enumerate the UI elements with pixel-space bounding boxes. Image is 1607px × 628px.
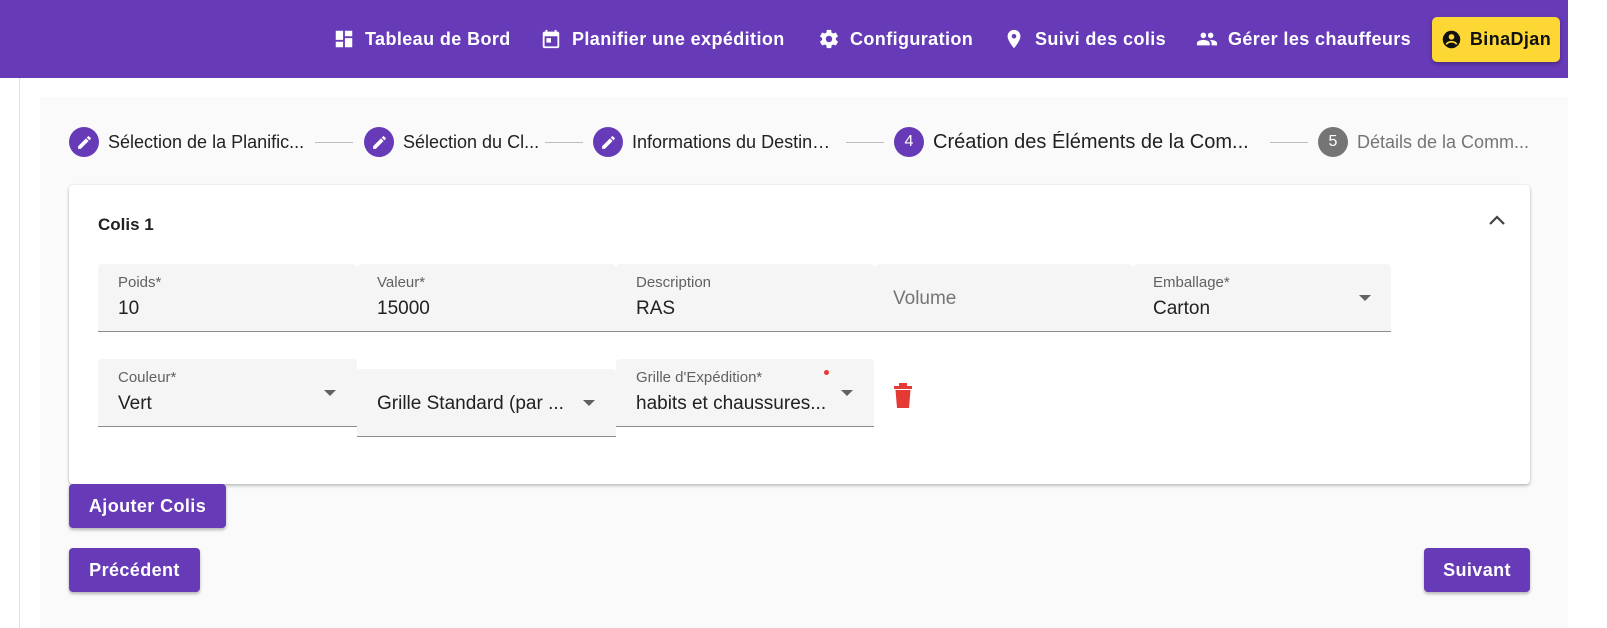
couleur-label: Couleur* (118, 369, 177, 386)
emballage-select[interactable]: Emballage* Carton (1133, 264, 1391, 332)
nav-label: Gérer les chauffeurs (1228, 28, 1412, 49)
description-value: RAS (636, 298, 676, 319)
scrollbar-area[interactable] (1568, 0, 1607, 628)
step-label: Informations du Destina... (632, 131, 837, 152)
poids-field[interactable]: Poids* 10 (98, 264, 357, 332)
previous-button[interactable]: Précédent (69, 548, 200, 592)
calendar-icon (542, 29, 560, 49)
poids-value: 10 (118, 298, 140, 319)
step-connector (1270, 142, 1308, 143)
add-colis-button[interactable]: Ajouter Colis (69, 484, 226, 528)
user-name: BinaDjan (1469, 29, 1552, 49)
colis-card (69, 185, 1530, 484)
step-edit-icon (364, 127, 394, 157)
chevron-up-icon[interactable] (1485, 210, 1509, 230)
description-field[interactable]: Description RAS (616, 264, 875, 332)
step-edit-icon (69, 127, 99, 157)
required-dot (824, 370, 829, 375)
emballage-label: Emballage* (1153, 274, 1230, 291)
step-3[interactable]: Informations du Destina... (593, 126, 837, 158)
colis-title: Colis 1 (98, 215, 154, 234)
grille-expedition-select[interactable]: Grille d'Expédition* habits et chaussure… (616, 359, 874, 427)
step-connector (846, 142, 884, 143)
step-1[interactable]: Sélection de la Planific... (69, 126, 304, 158)
step-2[interactable]: Sélection du Cl... (364, 126, 539, 158)
grille-expedition-value: habits et chaussures... (636, 393, 827, 414)
couleur-value: Vert (118, 393, 152, 414)
location-pin-icon (1007, 29, 1021, 49)
nav-label: Suivi des colis (1035, 28, 1167, 49)
dashboard-icon (335, 30, 353, 48)
dropdown-arrow-icon (324, 390, 336, 396)
step-connector (315, 142, 353, 143)
people-icon (1196, 32, 1218, 46)
grille-type-value: Grille Standard (par ... (377, 393, 564, 414)
step-label: Sélection du Cl... (403, 131, 540, 152)
nav-label: Planifier une expédition (572, 28, 785, 49)
step-4[interactable]: 4 Création des Éléments de la Com... (894, 126, 1249, 158)
valeur-value: 15000 (377, 298, 430, 319)
account-circle-icon (1442, 30, 1461, 49)
dropdown-arrow-icon (583, 400, 595, 406)
description-label: Description (636, 274, 712, 291)
emballage-value: Carton (1153, 298, 1211, 319)
nav-tableau-de-bord[interactable]: Tableau de Bord (333, 26, 511, 52)
volume-field[interactable]: Volume (875, 264, 1133, 332)
poids-label: Poids* (118, 274, 162, 291)
top-navigation-bar: Tableau de Bord Planifier une expédition… (0, 0, 1568, 78)
step-number: 4 (894, 127, 924, 157)
nav-suivi-colis[interactable]: Suivi des colis (1003, 26, 1166, 52)
nav-gerer-chauffeurs[interactable]: Gérer les chauffeurs (1196, 26, 1411, 52)
gear-icon (820, 29, 838, 49)
nav-label: Tableau de Bord (365, 28, 511, 49)
step-number: 5 (1318, 127, 1348, 157)
step-5[interactable]: 5 Détails de la Comm... (1318, 126, 1529, 158)
dropdown-arrow-icon (841, 390, 853, 396)
volume-placeholder: Volume (893, 288, 957, 309)
divider (19, 78, 20, 628)
next-button[interactable]: Suivant (1424, 548, 1530, 592)
valeur-label: Valeur* (377, 274, 426, 291)
delete-icon[interactable] (892, 383, 914, 409)
grille-expedition-label: Grille d'Expédition* (636, 369, 763, 386)
valeur-field[interactable]: Valeur* 15000 (357, 264, 616, 332)
step-connector (545, 142, 583, 143)
user-menu-button[interactable]: BinaDjan (1432, 17, 1560, 62)
step-edit-icon (593, 127, 623, 157)
grille-type-select[interactable]: Grille Standard (par ... (357, 369, 616, 437)
step-label: Détails de la Comm... (1357, 131, 1530, 152)
dropdown-arrow-icon (1359, 295, 1371, 301)
couleur-select[interactable]: Couleur* Vert (98, 359, 357, 427)
nav-configuration[interactable]: Configuration (818, 26, 973, 52)
step-label: Création des Éléments de la Com... (933, 130, 1249, 153)
nav-label: Configuration (850, 28, 974, 49)
nav-planifier-expedition[interactable]: Planifier une expédition (540, 26, 785, 52)
step-label: Sélection de la Planific... (108, 131, 305, 152)
